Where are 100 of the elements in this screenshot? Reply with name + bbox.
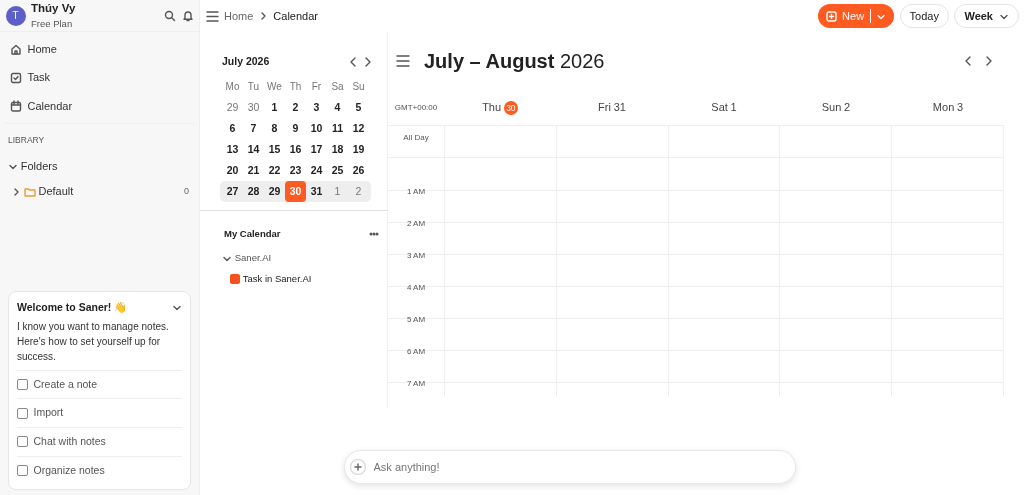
calendar-day[interactable]: 8 [264, 117, 285, 139]
weekday-label: Tu [246, 79, 261, 94]
day-header[interactable]: Thu 30 [444, 99, 556, 116]
time-label: 3 AM [405, 250, 427, 262]
folder-item[interactable]: Default 0 [0, 179, 199, 204]
day-header[interactable]: Mon 3 [892, 99, 1004, 116]
day-header[interactable]: Fri 31 [556, 99, 668, 116]
ask-input[interactable]: Ask anything! [371, 457, 789, 477]
calendar-day[interactable]: 22 [264, 159, 285, 181]
collapse-icon[interactable] [172, 303, 182, 313]
chevron-right-icon[interactable] [12, 186, 21, 197]
today-button[interactable]: Today [899, 4, 949, 28]
calendar-day[interactable]: 3 [306, 96, 327, 118]
nav-item[interactable]: Home [5, 34, 194, 64]
nav-item[interactable]: Calendar [5, 91, 194, 121]
calendar-day[interactable]: 1 [327, 180, 348, 202]
weekday-label: Sa [330, 79, 345, 94]
checkbox[interactable] [17, 378, 28, 390]
calendar-day[interactable]: 19 [348, 138, 369, 160]
calendar-day[interactable]: 21 [243, 159, 264, 181]
item-count: 0 [184, 184, 189, 198]
ask-bar[interactable]: Ask anything! [343, 450, 796, 484]
checkbox[interactable] [17, 436, 28, 448]
calendar-day[interactable]: 25 [327, 159, 348, 181]
folder-tree-item[interactable]: Folders [0, 152, 199, 180]
calendar-day[interactable]: 1 [264, 96, 285, 118]
plus-icon[interactable] [350, 459, 366, 475]
timezone-label: GMT+00:00 [393, 101, 439, 114]
weekday-label: Su [351, 79, 366, 94]
calendar-day[interactable]: 12 [348, 117, 369, 139]
calendar-day[interactable]: 28 [243, 180, 264, 202]
card-title: Welcome to Saner! 👋 [17, 300, 128, 315]
calendar-title: July – August 2026 [424, 49, 606, 74]
chevron-right-icon[interactable] [984, 55, 994, 67]
calendar-day[interactable]: 4 [327, 96, 348, 118]
plan-label: Free Plan [31, 17, 74, 31]
calendar-day[interactable]: 7 [243, 117, 264, 139]
calendar-day[interactable]: 27 [222, 180, 243, 202]
bell-icon[interactable] [181, 9, 194, 22]
calendar-day[interactable]: 29 [264, 180, 285, 202]
calendar-day[interactable]: 15 [264, 138, 285, 160]
checklist-item[interactable]: Create a note [17, 369, 182, 399]
time-label: 5 AM [405, 314, 427, 326]
calendar-day[interactable]: 20 [222, 159, 243, 181]
calendar-day[interactable]: 2 [285, 96, 306, 118]
calendar-icon [10, 100, 22, 112]
user-name: Thúy Vy [31, 0, 77, 16]
day-header[interactable]: Sun 2 [780, 99, 892, 116]
calendar-group[interactable]: Saner.AI [200, 247, 387, 270]
menu-icon[interactable] [205, 9, 219, 23]
avatar[interactable]: T [5, 5, 26, 26]
section-heading: LIBRARY [7, 134, 46, 147]
time-label: 1 AM [405, 186, 427, 198]
calendar-day[interactable]: 2 [348, 180, 369, 202]
all-day-label: All Day [402, 131, 430, 144]
chevron-left-icon[interactable] [963, 55, 973, 67]
time-label: 7 AM [405, 378, 427, 390]
plus-square-icon [825, 10, 837, 22]
calendar-day[interactable]: 29 [222, 96, 243, 118]
chevron-right-icon[interactable] [363, 55, 373, 68]
breadcrumb-item[interactable]: Home [224, 7, 254, 25]
time-label: 6 AM [405, 346, 427, 358]
calendar-day[interactable]: 5 [348, 96, 369, 118]
month-title: July 2026 [222, 54, 270, 69]
search-icon[interactable] [164, 9, 176, 22]
calendar-day[interactable]: 10 [306, 117, 327, 139]
checklist-item[interactable]: Import [17, 398, 182, 427]
calendar-day[interactable]: 30 [243, 96, 264, 118]
calendar-day[interactable]: 6 [222, 117, 243, 139]
calendar-day[interactable]: 18 [327, 138, 348, 160]
weekday-label: Th [288, 79, 303, 94]
calendar-day[interactable]: 31 [306, 180, 327, 202]
checklist-item[interactable]: Chat with notes [17, 427, 182, 456]
view-dropdown[interactable]: Week [954, 4, 1019, 28]
weekday-label: Mo [224, 79, 241, 94]
calendar-day[interactable]: 16 [285, 138, 306, 160]
calendar-day[interactable]: 11 [327, 117, 348, 139]
calendar-day[interactable]: 13 [222, 138, 243, 160]
calendar-day[interactable]: 23 [285, 159, 306, 181]
calendar-day[interactable]: 24 [306, 159, 327, 181]
calendar-day[interactable]: 26 [348, 159, 369, 181]
calendar-day[interactable]: 17 [306, 138, 327, 160]
card-text: I know you want to manage notes. Here's how to set yourself up for success. [17, 319, 170, 364]
time-label: 2 AM [405, 218, 427, 230]
time-label: 4 AM [405, 282, 427, 294]
nav-item[interactable]: Task [5, 63, 194, 92]
checkbox-icon [10, 71, 22, 84]
more-icon[interactable] [369, 230, 379, 237]
checklist-item[interactable]: Organize notes [17, 455, 182, 481]
section-heading: My Calendar [224, 226, 281, 241]
calendar-list-entry[interactable]: Task in Saner.AI [200, 269, 387, 290]
day-header[interactable]: Sat 1 [668, 99, 780, 116]
menu-icon[interactable] [396, 54, 410, 68]
weekday-label: Fr [310, 79, 323, 94]
checkbox[interactable] [17, 465, 28, 477]
calendar-day[interactable]: 14 [243, 138, 264, 160]
breadcrumb-item: Calendar [273, 8, 318, 24]
home-icon [10, 43, 22, 55]
checkbox[interactable] [17, 407, 28, 419]
calendar-day[interactable]: 9 [285, 117, 306, 139]
